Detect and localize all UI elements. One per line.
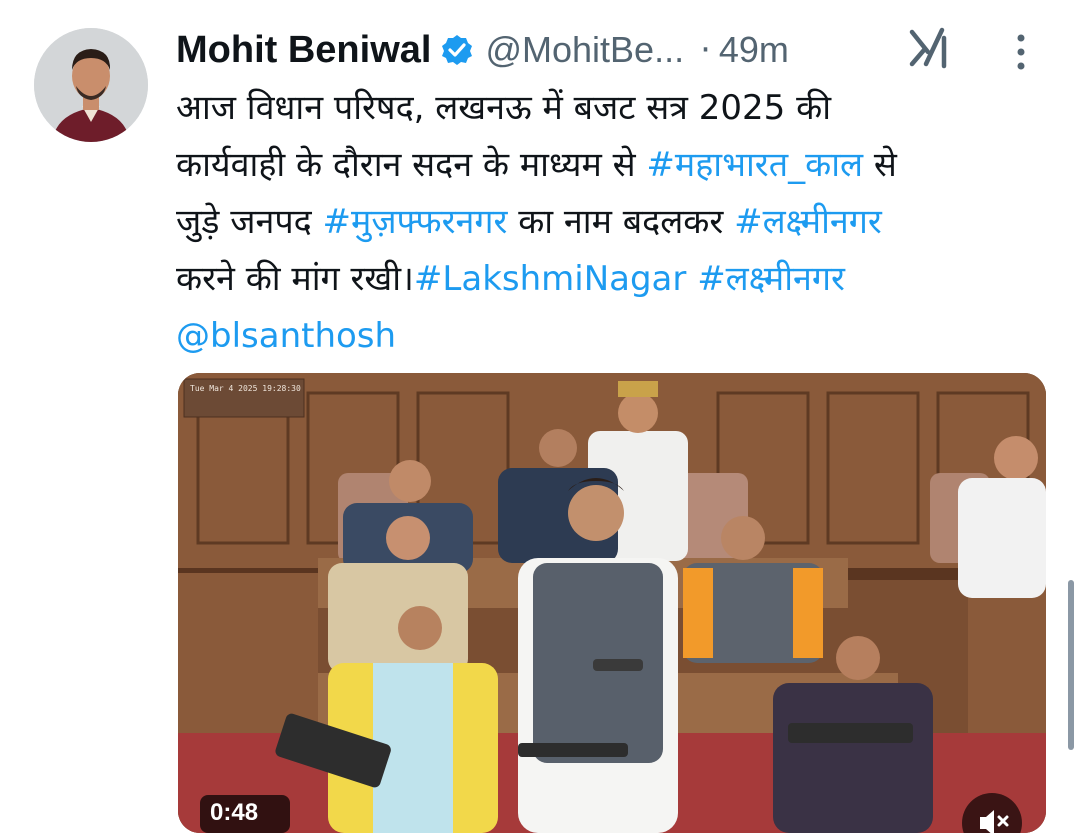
tweet-text-line: कार्यवाही के दौरान सदन के माध्यम से #महा… — [176, 137, 1056, 194]
tweet-video[interactable]: Tue Mar 4 2025 19:28:30 0:48 — [178, 373, 1046, 833]
tweet-text-segment — [686, 259, 697, 299]
video-timestamp-overlay: Tue Mar 4 2025 19:28:30 — [190, 384, 301, 393]
tweet-header: Mohit Beniwal @MohitBe... · 49m — [176, 22, 1056, 78]
tweet-text-segment: कार्यवाही के दौरान सदन के माध्यम से — [176, 145, 647, 185]
avatar-photo — [34, 28, 148, 142]
author-name[interactable]: Mohit Beniwal — [176, 29, 431, 72]
verified-badge-icon — [441, 34, 473, 66]
tweet-text-segment: का नाम बदलकर — [507, 202, 735, 242]
author-avatar[interactable] — [34, 28, 148, 142]
hashtag-link[interactable]: #LakshmiNagar — [414, 259, 686, 299]
tweet-time[interactable]: 49m — [719, 29, 789, 71]
hashtag-link[interactable]: #लक्ष्मीनगर — [697, 259, 845, 299]
volume-muted-icon[interactable] — [962, 793, 1022, 833]
hashtag-link[interactable]: #लक्ष्मीनगर — [734, 202, 882, 242]
tweet-text-segment: जुड़े जनपद — [176, 202, 323, 242]
tweet-text-line: जुड़े जनपद #मुज़फ्फरनगर का नाम बदलकर #लक… — [176, 194, 1056, 251]
tweet-text-line: @blsanthosh — [176, 308, 1056, 365]
grok-icon[interactable] — [908, 26, 952, 70]
hashtag-link[interactable]: #महाभारत_काल — [646, 145, 863, 185]
author-handle[interactable]: @MohitBe... — [485, 29, 684, 71]
video-frame: Tue Mar 4 2025 19:28:30 — [178, 373, 1046, 833]
tweet-text-segment: से — [863, 145, 897, 185]
video-duration: 0:48 — [200, 795, 290, 833]
tweet-text-segment: करने की मांग रखी। — [176, 259, 414, 299]
separator-dot: · — [700, 30, 711, 70]
mention-link[interactable]: @blsanthosh — [176, 316, 396, 356]
tweet-text-segment: आज विधान परिषद, लखनऊ में बजट सत्र 2025 क… — [176, 88, 832, 128]
tweet-text-line: करने की मांग रखी।#LakshmiNagar #लक्ष्मीन… — [176, 251, 1056, 308]
more-options-icon[interactable] — [1014, 32, 1028, 72]
tweet-text-line: आज विधान परिषद, लखनऊ में बजट सत्र 2025 क… — [176, 80, 1056, 137]
hashtag-link[interactable]: #मुज़फ्फरनगर — [323, 202, 508, 242]
scrollbar[interactable] — [1068, 580, 1074, 750]
tweet-text: आज विधान परिषद, लखनऊ में बजट सत्र 2025 क… — [176, 80, 1056, 365]
